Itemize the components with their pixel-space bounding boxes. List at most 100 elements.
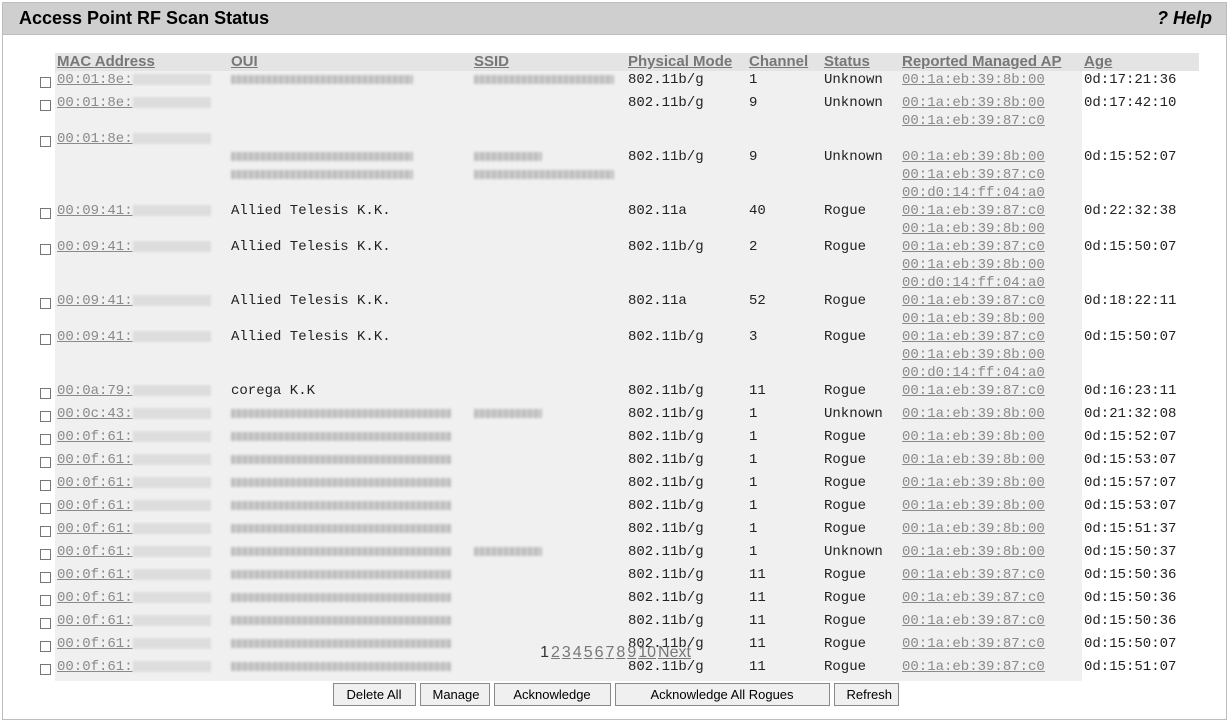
page-link-3[interactable]: 3: [562, 644, 571, 661]
delete-all-button[interactable]: Delete All: [332, 683, 416, 706]
status-cell: Rogue: [822, 520, 900, 543]
mac-address-link[interactable]: 00:01:8e:: [57, 95, 133, 111]
mac-address-link[interactable]: 00:0f:61:: [57, 567, 133, 583]
reported-ap-link[interactable]: 00:1a:eb:39:87:c0: [902, 329, 1045, 345]
row-checkbox[interactable]: [40, 526, 51, 537]
row-checkbox[interactable]: [40, 503, 51, 514]
mac-address-link[interactable]: 00:09:41:: [57, 203, 133, 219]
mac-address-link[interactable]: 00:0f:61:: [57, 544, 133, 560]
mac-address-link[interactable]: 00:0f:61:: [57, 452, 133, 468]
page-link-6[interactable]: 6: [595, 644, 604, 661]
redacted-mac-suffix: [132, 476, 211, 488]
physical-mode-cell: 802.11b/g: [626, 543, 747, 566]
mac-address-link[interactable]: 00:0f:61:: [57, 613, 133, 629]
row-checkbox[interactable]: [40, 388, 51, 399]
reported-ap-link[interactable]: 00:1a:eb:39:87:c0: [902, 239, 1045, 255]
channel-cell: 1: [747, 474, 822, 497]
row-checkbox[interactable]: [40, 208, 51, 219]
mac-address-link[interactable]: 00:09:41:: [57, 329, 133, 345]
reported-ap-link[interactable]: 00:1a:eb:39:8b:00: [902, 452, 1045, 468]
mac-address-link[interactable]: 00:0f:61:: [57, 475, 133, 491]
row-checkbox[interactable]: [40, 618, 51, 629]
mac-address-link[interactable]: 00:0f:61:: [57, 521, 133, 537]
next-page-link[interactable]: Next: [658, 644, 691, 661]
page-link-4[interactable]: 4: [573, 644, 582, 661]
row-checkbox[interactable]: [40, 77, 51, 88]
column-header-physical-mode[interactable]: Physical Mode: [626, 53, 747, 71]
row-checkbox[interactable]: [40, 136, 51, 147]
column-header-ssid[interactable]: SSID: [472, 53, 626, 71]
mac-address-link[interactable]: 00:01:8e:: [57, 131, 133, 147]
reported-ap-link[interactable]: 00:1a:eb:39:8b:00: [902, 544, 1045, 560]
row-checkbox[interactable]: [40, 411, 51, 422]
page-link-9[interactable]: 9: [627, 644, 636, 661]
row-checkbox[interactable]: [40, 100, 51, 111]
row-checkbox[interactable]: [40, 434, 51, 445]
reported-ap-link[interactable]: 00:1a:eb:39:8b:00: [902, 221, 1045, 237]
page-link-8[interactable]: 8: [616, 644, 625, 661]
help-link[interactable]: ? Help: [1157, 8, 1212, 29]
column-header-oui[interactable]: OUI: [229, 53, 472, 71]
reported-ap-link[interactable]: 00:1a:eb:39:8b:00: [902, 95, 1045, 111]
mac-cell: 00:0c:43:: [55, 405, 229, 428]
reported-ap-link[interactable]: 00:1a:eb:39:87:c0: [902, 167, 1045, 183]
row-checkbox[interactable]: [40, 549, 51, 560]
row-checkbox[interactable]: [40, 298, 51, 309]
oui-cell: [229, 451, 472, 474]
reported-ap-link[interactable]: 00:d0:14:ff:04:a0: [902, 275, 1045, 291]
page-link-2[interactable]: 2: [551, 644, 560, 661]
reported-ap-link[interactable]: 00:1a:eb:39:87:c0: [902, 590, 1045, 606]
reported-ap-link[interactable]: 00:1a:eb:39:87:c0: [902, 113, 1045, 129]
ssid-cell: [472, 566, 626, 589]
row-checkbox[interactable]: [40, 480, 51, 491]
reported-ap-link[interactable]: 00:d0:14:ff:04:a0: [902, 185, 1045, 201]
redacted-mac-suffix: [132, 545, 211, 557]
row-checkbox[interactable]: [40, 664, 51, 675]
reported-ap-link[interactable]: 00:1a:eb:39:87:c0: [902, 613, 1045, 629]
mac-address-link[interactable]: 00:0f:61:: [57, 590, 133, 606]
row-checkbox[interactable]: [40, 334, 51, 345]
mac-address-link[interactable]: 00:0a:79:: [57, 383, 133, 399]
reported-ap-link[interactable]: 00:1a:eb:39:8b:00: [902, 347, 1045, 363]
select-column-header: [37, 53, 55, 71]
reported-ap-link[interactable]: 00:1a:eb:39:8b:00: [902, 521, 1045, 537]
row-checkbox[interactable]: [40, 244, 51, 255]
reported-ap-link[interactable]: 00:1a:eb:39:8b:00: [902, 72, 1045, 88]
mac-address-link[interactable]: 00:0f:61:: [57, 498, 133, 514]
column-header-age[interactable]: Age: [1082, 53, 1199, 71]
reported-ap-link[interactable]: 00:1a:eb:39:8b:00: [902, 406, 1045, 422]
mac-address-link[interactable]: 00:0c:43:: [57, 406, 133, 422]
row-checkbox[interactable]: [40, 457, 51, 468]
row-checkbox[interactable]: [40, 595, 51, 606]
page-link-5[interactable]: 5: [584, 644, 593, 661]
mac-address-link[interactable]: 00:0f:61:: [57, 429, 133, 445]
reported-ap-link[interactable]: 00:1a:eb:39:8b:00: [902, 149, 1045, 165]
mac-address-link[interactable]: 00:01:8e:: [57, 72, 133, 88]
row-checkbox[interactable]: [40, 572, 51, 583]
column-header-status[interactable]: Status: [822, 53, 900, 71]
mac-address-link[interactable]: 00:09:41:: [57, 239, 133, 255]
reported-ap-link[interactable]: 00:1a:eb:39:8b:00: [902, 257, 1045, 273]
scan-table: MAC Address OUI SSID Physical Mode Chann…: [37, 53, 1199, 681]
refresh-button[interactable]: Refresh: [833, 683, 899, 706]
column-header-reported-ap[interactable]: Reported Managed AP: [900, 53, 1082, 71]
reported-ap-link[interactable]: 00:1a:eb:39:87:c0: [902, 383, 1045, 399]
status-cell: Unknown: [822, 130, 900, 202]
reported-ap-link[interactable]: 00:1a:eb:39:8b:00: [902, 311, 1045, 327]
page-link-7[interactable]: 7: [606, 644, 615, 661]
reported-ap-link[interactable]: 00:d0:14:ff:04:a0: [902, 365, 1045, 381]
column-header-channel[interactable]: Channel: [747, 53, 822, 71]
mac-address-link[interactable]: 00:09:41:: [57, 293, 133, 309]
acknowledge-all-rogues-button[interactable]: Acknowledge All Rogues: [614, 683, 830, 706]
acknowledge-button[interactable]: Acknowledge: [493, 683, 611, 706]
reported-ap-link[interactable]: 00:1a:eb:39:87:c0: [902, 567, 1045, 583]
reported-ap-link[interactable]: 00:1a:eb:39:87:c0: [902, 293, 1045, 309]
reported-ap-link[interactable]: 00:1a:eb:39:8b:00: [902, 498, 1045, 514]
reported-ap-link[interactable]: 00:1a:eb:39:8b:00: [902, 475, 1045, 491]
reported-ap-link[interactable]: 00:1a:eb:39:87:c0: [902, 203, 1045, 219]
column-header-mac[interactable]: MAC Address: [55, 53, 229, 71]
page-link-10[interactable]: 10: [638, 644, 656, 661]
table-row: 00:0f:61: 802.11b/g 11 Rogue 00:1a:eb:39:87:…: [37, 612, 1199, 635]
reported-ap-link[interactable]: 00:1a:eb:39:8b:00: [902, 429, 1045, 445]
manage-button[interactable]: Manage: [419, 683, 490, 706]
